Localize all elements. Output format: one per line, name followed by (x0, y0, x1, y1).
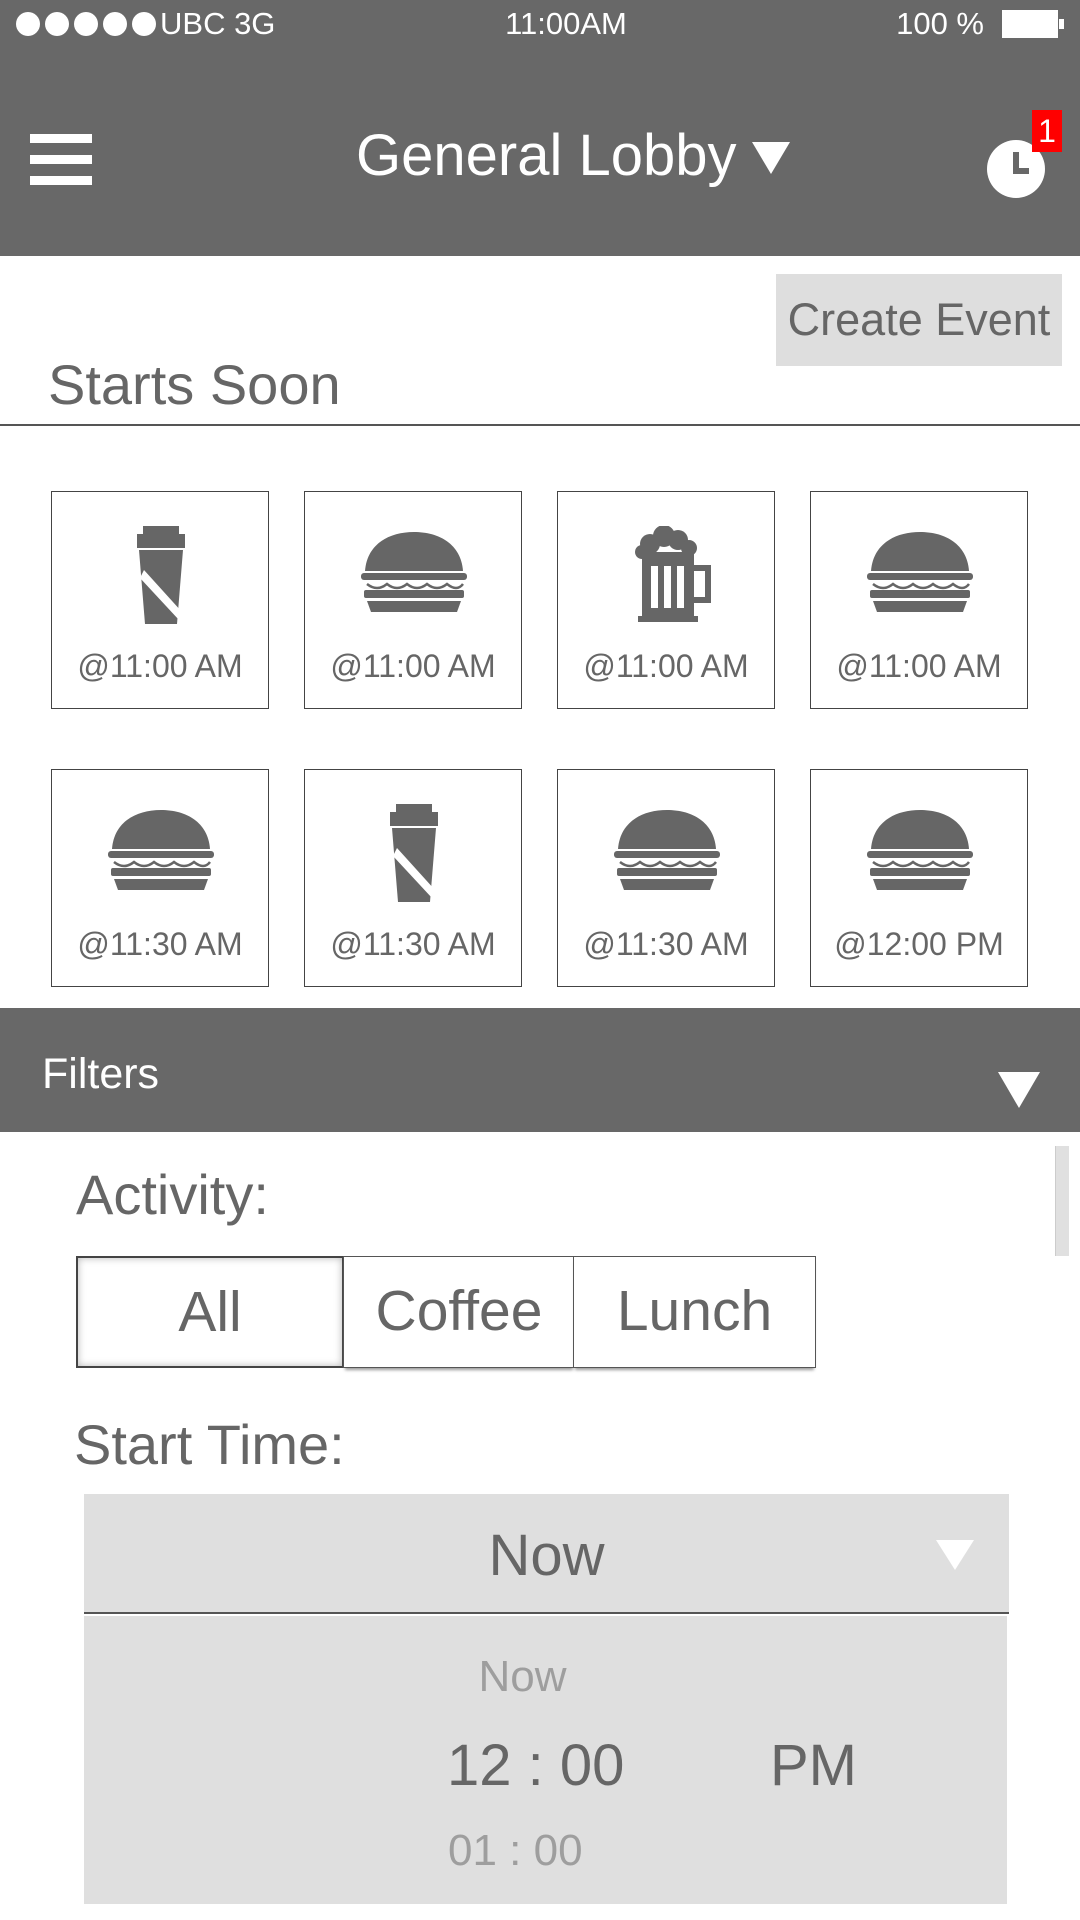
event-tile[interactable]: @11:30 AM (51, 769, 269, 987)
filters-label: Filters (42, 1050, 160, 1098)
page-title: General Lobby (356, 123, 737, 188)
picker-option-next[interactable]: 01 : 00 (448, 1826, 583, 1876)
event-time: @11:30 AM (583, 926, 749, 962)
activity-option-lunch[interactable]: Lunch (573, 1256, 816, 1368)
section-title: Starts Soon (48, 353, 341, 416)
status-bar: UBC 3G 11:00AM 100 % (0, 0, 1080, 50)
event-time: @11:00 AM (583, 648, 749, 684)
event-tile[interactable]: @11:30 AM (557, 769, 775, 987)
chevron-down-icon (752, 141, 791, 174)
activity-option-coffee[interactable]: Coffee (343, 1256, 575, 1368)
beer-mug-icon (612, 525, 722, 626)
battery-icon (1002, 10, 1064, 38)
time-picker[interactable]: Now 12 : 00 PM 01 : 00 (84, 1616, 1007, 1904)
chevron-down-icon (998, 1072, 1040, 1108)
notification-badge: 1 (1032, 110, 1062, 152)
event-tile[interactable]: @11:00 AM (810, 491, 1028, 709)
menu-icon[interactable] (30, 134, 92, 186)
coffee-cup-icon (359, 804, 469, 904)
divider (0, 424, 1080, 426)
burger-icon (612, 804, 722, 904)
filters-toggle[interactable]: Filters (0, 1008, 1080, 1132)
burger-icon (865, 804, 975, 904)
burger-icon (359, 526, 469, 626)
battery-percentage: 100 % (896, 6, 984, 41)
event-tile[interactable]: @11:00 AM (51, 491, 269, 709)
event-time: @11:00 AM (77, 648, 243, 684)
event-time: @11:00 AM (836, 648, 1002, 684)
picker-selected-period[interactable]: PM (770, 1732, 857, 1799)
event-tile[interactable]: @11:00 AM (557, 491, 775, 709)
event-tile[interactable]: @12:00 PM (810, 769, 1028, 987)
burger-icon (106, 804, 216, 904)
notifications-button[interactable]: 1 (985, 110, 1062, 209)
event-time: @11:30 AM (330, 926, 496, 962)
event-tile[interactable]: @11:30 AM (304, 769, 522, 987)
event-tile[interactable]: @11:00 AM (304, 491, 522, 709)
event-time: @11:30 AM (77, 926, 243, 962)
picker-option-now[interactable]: Now (84, 1652, 961, 1702)
start-time-dropdown[interactable]: Now (84, 1494, 1009, 1614)
scrollbar[interactable] (1055, 1146, 1069, 1256)
start-time-label: Start Time: (74, 1413, 345, 1476)
lobby-selector[interactable]: General Lobby (356, 122, 791, 189)
activity-option-all[interactable]: All (76, 1256, 344, 1368)
activity-label: Activity: (76, 1163, 269, 1226)
coffee-cup-icon (106, 526, 216, 626)
event-time: @12:00 PM (834, 926, 1004, 962)
app-header: General Lobby 1 (0, 50, 1080, 256)
create-event-button[interactable]: Create Event (776, 274, 1062, 366)
picker-selected-time[interactable]: 12 : 00 (447, 1732, 624, 1799)
start-time-value: Now (488, 1523, 605, 1588)
chevron-down-icon (936, 1540, 974, 1570)
event-time: @11:00 AM (330, 648, 496, 684)
burger-icon (865, 526, 975, 626)
